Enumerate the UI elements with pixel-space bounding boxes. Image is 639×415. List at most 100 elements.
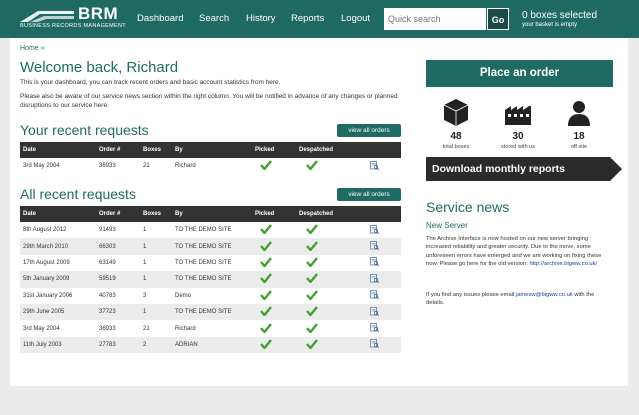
cell-view[interactable] — [352, 336, 401, 354]
view-order-icon[interactable] — [370, 257, 379, 267]
cell-by: TO THE DEMO SITE — [175, 259, 232, 266]
col-picked[interactable]: Picked — [252, 142, 296, 158]
table-row[interactable]: 29th March 2010 66303 1 TO THE DEMO SITE — [20, 238, 401, 255]
logo-subtitle: BUSINESS RECORDS MANAGEMENT — [20, 23, 126, 29]
cell-order: 59519 — [96, 271, 140, 288]
cell-view[interactable] — [352, 158, 401, 174]
cell-date: 3rd May 2004 — [23, 163, 60, 170]
view-order-icon[interactable] — [370, 306, 379, 316]
quick-search-input[interactable] — [384, 8, 486, 30]
table-row[interactable]: 31st January 2006 40783 3 Demo — [20, 288, 401, 304]
stat-total-label: total boxes — [442, 144, 470, 150]
col-date[interactable]: Date — [20, 142, 96, 158]
cell-boxes: 1 — [140, 303, 172, 321]
view-order-icon[interactable] — [370, 290, 379, 300]
col-order[interactable]: Order # — [96, 142, 140, 158]
table-row[interactable]: 11th July 2003 27783 2 ADRIAN — [20, 336, 401, 354]
cell-order: 37723 — [96, 303, 140, 321]
cell-date: 3rd May 2004 — [23, 325, 60, 332]
basket-sub: your basket is empty — [522, 22, 578, 28]
view-order-icon[interactable] — [370, 273, 379, 283]
col-boxes[interactable]: Boxes — [140, 142, 172, 158]
cell-view[interactable] — [352, 303, 401, 321]
nav-history[interactable]: History — [246, 13, 276, 24]
cell-boxes: 1 — [140, 271, 172, 288]
view-order-icon[interactable] — [370, 241, 379, 251]
cell-picked — [252, 255, 296, 271]
nav-search[interactable]: Search — [199, 13, 229, 24]
cell-date: 5th January 2009 — [20, 271, 96, 288]
download-reports-button[interactable]: Download monthly reports — [426, 157, 622, 181]
col-despatched[interactable]: Despatched — [296, 142, 352, 158]
nav-logout[interactable]: Logout — [341, 13, 370, 24]
stat-stored-value: 30 — [512, 131, 524, 142]
table-row[interactable]: 17th August 2009 63149 1 TO THE DEMO SITE — [20, 255, 401, 271]
cell-order: 91493 — [99, 227, 116, 234]
view-all-orders-button[interactable]: view all orders — [337, 124, 401, 137]
cell-order: 63149 — [99, 259, 116, 266]
check-icon — [260, 322, 272, 333]
cell-by: Richard — [175, 325, 196, 332]
cell-despatched — [296, 271, 352, 288]
basket-status[interactable]: 0 boxes selected — [522, 10, 597, 21]
col-by[interactable]: By — [172, 206, 252, 222]
col-picked[interactable]: Picked — [252, 206, 296, 222]
cell-despatched — [296, 320, 352, 336]
nav-dashboard[interactable]: Dashboard — [137, 13, 183, 24]
col-date[interactable]: Date — [20, 206, 96, 222]
cell-by: ADRIAN — [172, 336, 252, 354]
cell-boxes: 1 — [143, 227, 147, 234]
cell-by: TO THE DEMO SITE — [175, 227, 232, 234]
nav-reports[interactable]: Reports — [291, 13, 324, 24]
cell-order: 36933 — [99, 163, 116, 170]
breadcrumb[interactable]: Home » — [20, 45, 45, 52]
col-by[interactable]: By — [172, 142, 252, 158]
search-go-button[interactable]: Go — [487, 8, 509, 30]
cell-by: TO THE DEMO SITE — [172, 238, 252, 255]
header-bar: BRM BUSINESS RECORDS MANAGEMENT Dashboar… — [0, 0, 639, 38]
col-order[interactable]: Order # — [96, 206, 140, 222]
col-despatched[interactable]: Despatched — [296, 206, 352, 222]
cell-view[interactable] — [352, 288, 401, 304]
table-row[interactable]: 3rd May 2004 36933 21 Richard — [20, 320, 401, 336]
intro-text: This is your dashboard, you can track re… — [20, 79, 281, 86]
cell-date: 11th July 2003 — [20, 336, 96, 354]
col-boxes[interactable]: Boxes — [140, 206, 172, 222]
cell-picked — [252, 288, 296, 304]
cell-view[interactable] — [352, 238, 401, 255]
view-order-icon[interactable] — [370, 224, 379, 234]
check-icon — [306, 306, 318, 317]
cell-picked — [252, 158, 296, 174]
view-order-icon[interactable] — [370, 160, 379, 170]
cell-despatched — [296, 288, 352, 304]
check-icon — [260, 257, 272, 267]
view-order-icon[interactable] — [370, 339, 379, 349]
service-news-body: The Archive Interface is now hosted on o… — [426, 235, 611, 269]
place-order-button[interactable]: Place an order — [426, 60, 613, 87]
cell-by: TO THE DEMO SITE — [172, 271, 252, 288]
table-row[interactable]: 29th June 2005 37723 1 TO THE DEMO SITE — [20, 303, 401, 321]
all-requests-table: Date Order # Boxes By Picked Despatched … — [20, 206, 401, 354]
cell-despatched — [296, 158, 352, 174]
table-row[interactable]: 8th August 2012 91493 1 TO THE DEMO SITE — [20, 222, 401, 238]
table-row[interactable]: 3rd May 2004 36933 21 Richard — [20, 158, 401, 174]
view-all-orders-button-2[interactable]: view all orders — [337, 188, 401, 201]
contact-email-link[interactable]: jamesw@bigww.co.uk — [516, 292, 573, 298]
brm-logo[interactable]: BRM BUSINESS RECORDS MANAGEMENT — [18, 4, 133, 32]
cell-by: Demo — [175, 292, 192, 299]
cell-order: 36933 — [99, 325, 116, 332]
cell-despatched — [296, 303, 352, 321]
cell-by: TO THE DEMO SITE — [172, 303, 252, 321]
service-notice-text: Please also be aware of our service news… — [20, 93, 398, 109]
cell-view[interactable] — [352, 271, 401, 288]
check-icon — [306, 240, 318, 251]
check-icon — [306, 289, 318, 300]
check-icon — [260, 289, 272, 300]
table-row[interactable]: 5th January 2009 59519 1 TO THE DEMO SITE — [20, 271, 401, 288]
view-order-icon[interactable] — [370, 323, 379, 333]
cell-view[interactable] — [352, 320, 401, 336]
old-version-link[interactable]: http://archive.bigww.co.uk/ — [529, 261, 597, 267]
cell-view[interactable] — [352, 255, 401, 271]
cell-view[interactable] — [352, 222, 401, 238]
cell-picked — [252, 271, 296, 288]
